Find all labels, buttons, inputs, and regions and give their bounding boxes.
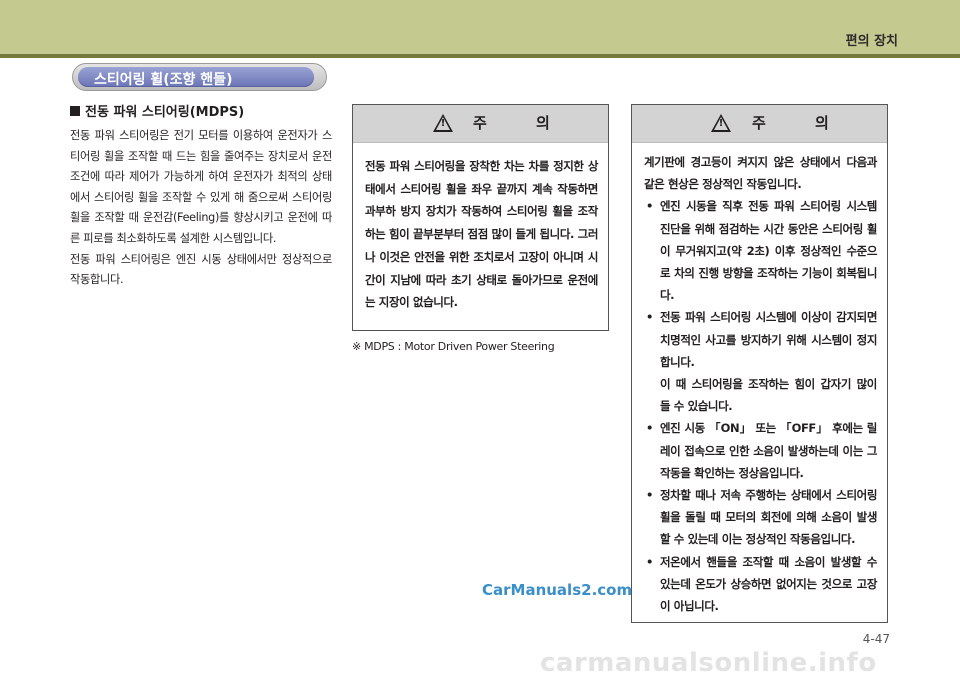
- warning-mark: !: [718, 118, 724, 129]
- caution-bullet-text: 정차할 때나 저속 주행하는 상태에서 스티어링 휠을 돌릴 때 모터의 회전에…: [660, 488, 877, 547]
- caution-intro: 계기판에 경고등이 켜지지 않은 상태에서 다음과 같은 현상은 정상적인 작동…: [644, 155, 877, 192]
- caution-bullet-continuation: 이 때 스티어링을 조작하는 힘이 갑자기 많이 들 수 있습니다.: [660, 377, 877, 414]
- caution-box-left: ! 주 의 전동 파워 스티어링을 장착한 차는 차를 정지한 상태에서 스티어…: [352, 104, 609, 331]
- caution-bullet: • 엔진 시동 「ON」 또는 「OFF」 후에는 릴레이 접속으로 인한 소음…: [644, 417, 877, 484]
- caution-bullet-text: 엔진 시동 「ON」 또는 「OFF」 후에는 릴레이 접속으로 인한 소음이 …: [660, 421, 877, 480]
- caution-bullet: • 저온에서 핸들을 조작할 때 소음이 발생할 수 있는데 온도가 상승하면 …: [644, 551, 877, 618]
- caution-bullet: • 정차할 때나 저속 주행하는 상태에서 스티어링 휠을 돌릴 때 모터의 회…: [644, 484, 877, 551]
- section-title-pill: 스티어링 휠(조향 핸들): [78, 67, 314, 88]
- mdps-footnote: ※ MDPS : Motor Driven Power Steering: [352, 340, 555, 353]
- section-title-badge: 스티어링 휠(조향 핸들): [72, 63, 327, 91]
- caution-title-left: 주 의: [473, 114, 572, 132]
- caution-header-right: ! 주 의: [632, 105, 887, 143]
- section-title: 스티어링 휠(조향 핸들): [94, 72, 233, 88]
- bullet-dot: •: [646, 199, 653, 214]
- footer-watermark-logo: carmanualsonline.info: [540, 648, 877, 678]
- header-rule: [0, 54, 960, 58]
- watermark-link[interactable]: CarManuals2.com: [482, 581, 632, 599]
- header-bar: [0, 0, 960, 54]
- caution-bullet-text: 저온에서 핸들을 조작할 때 소음이 발생할 수 있는데 온도가 상승하면 없어…: [660, 554, 877, 614]
- mdps-column: 전동 파워 스티어링(MDPS) 전동 파워 스티어링은 전기 모터를 이용하여…: [70, 101, 332, 291]
- mdps-heading: 전동 파워 스티어링(MDPS): [85, 105, 245, 120]
- bullet-dot: •: [646, 310, 653, 325]
- caution-box-right: ! 주 의 계기판에 경고등이 켜지지 않은 상태에서 다음과 같은 현상은 정…: [631, 104, 888, 623]
- bullet-dot: •: [646, 421, 653, 436]
- chapter-title: 편의 장치: [845, 34, 898, 49]
- caution-bullet: • 전동 파워 스티어링 시스템에 이상이 감지되면 치명적인 사고를 방지하기…: [644, 306, 877, 417]
- mdps-heading-row: 전동 파워 스티어링(MDPS): [70, 101, 332, 120]
- caution-text-right: 계기판에 경고등이 켜지지 않은 상태에서 다음과 같은 현상은 정상적인 작동…: [632, 143, 887, 617]
- caution-bullet-text: 엔진 시동을 직후 전동 파워 스티어링 시스템 진단을 위해 점검하는 시간 …: [660, 199, 877, 303]
- mdps-paragraph-2: 전동 파워 스티어링은 엔진 시동 상태에서만 정상적으로 작동합니다.: [70, 252, 332, 287]
- caution-text-left: 전동 파워 스티어링을 장착한 차는 차를 정지한 상태에서 스티어링 휠을 좌…: [365, 159, 598, 310]
- caution-bullet-text: 전동 파워 스티어링 시스템에 이상이 감지되면 치명적인 사고를 방지하기 위…: [660, 310, 877, 369]
- caution-header-left: ! 주 의: [353, 105, 608, 143]
- bullet-dot: •: [646, 554, 653, 569]
- bullet-dot: •: [646, 488, 653, 503]
- mdps-paragraph-1: 전동 파워 스티어링은 전기 모터를 이용하여 운전자가 스티어링 휠을 조작할…: [70, 129, 332, 245]
- caution-bullet: • 엔진 시동을 직후 전동 파워 스티어링 시스템 진단을 위해 점검하는 시…: [644, 195, 877, 306]
- square-bullet-icon: [70, 106, 80, 116]
- page-number: 4-47: [862, 632, 890, 646]
- caution-title-right: 주 의: [752, 114, 851, 132]
- warning-mark: !: [440, 118, 446, 129]
